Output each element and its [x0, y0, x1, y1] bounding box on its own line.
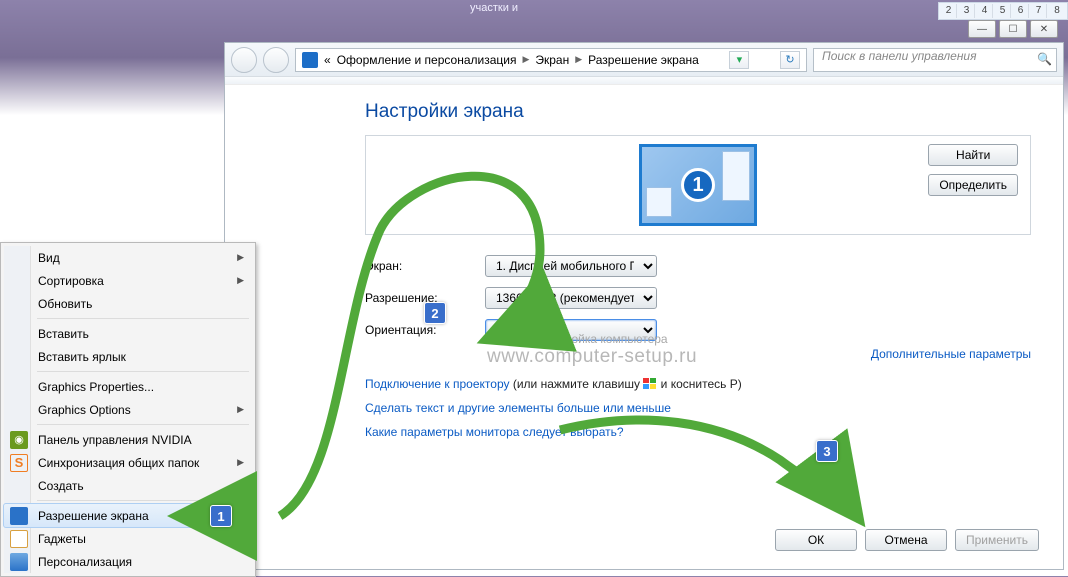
ok-button[interactable]: ОК	[775, 529, 857, 551]
taskbar-title: участки и	[470, 2, 518, 14]
gadget-icon	[10, 530, 28, 548]
monitor-params-link[interactable]: Какие параметры монитора следует выбрать…	[365, 425, 624, 439]
window-thumb-icon	[646, 187, 672, 217]
advanced-settings-link[interactable]: Дополнительные параметры	[871, 347, 1031, 361]
watermark-url: www.computer-setup.ru	[487, 346, 697, 368]
breadcrumb-segment[interactable]: Оформление и персонализация	[337, 53, 517, 67]
ctx-create[interactable]: Создать	[4, 474, 252, 497]
watermark-subtitle: Настройка компьютера	[538, 332, 668, 346]
annotation-badge-1: 1	[210, 505, 232, 527]
ctx-view[interactable]: Вид	[4, 246, 252, 269]
day-cell: 8	[1049, 4, 1065, 18]
ctx-personalization[interactable]: Персонализация	[4, 550, 252, 573]
make-text-bigger-link[interactable]: Сделать текст и другие элементы больше и…	[365, 401, 671, 415]
breadcrumb-overflow[interactable]: «	[324, 53, 331, 67]
display-preview-box: 1 Найти Определить	[365, 135, 1031, 235]
day-cell: 3	[959, 4, 975, 18]
ctx-sync-folders[interactable]: SСинхронизация общих папок	[4, 451, 252, 474]
cancel-button[interactable]: Отмена	[865, 529, 947, 551]
day-cell: 4	[977, 4, 993, 18]
nav-back-button[interactable]	[231, 47, 257, 73]
control-panel-icon	[302, 52, 318, 68]
maximize-button[interactable]: ☐	[999, 20, 1027, 38]
display-select[interactable]: 1. Дисплей мобильного ПК	[485, 255, 657, 277]
separator	[37, 318, 249, 319]
display-number-badge: 1	[681, 168, 715, 202]
window-controls: — ☐ ✕	[968, 20, 1058, 38]
display-thumbnail[interactable]: 1	[639, 144, 757, 226]
projector-line: Подключение к проектору (или нажмите кла…	[365, 377, 1031, 391]
annotation-badge-3: 3	[816, 440, 838, 462]
projector-hint: (или нажмите клавишу	[510, 377, 644, 391]
identify-button[interactable]: Определить	[928, 174, 1018, 196]
breadcrumb-segment[interactable]: Разрешение экрана	[588, 53, 699, 67]
ctx-graphics-options[interactable]: Graphics Options	[4, 398, 252, 421]
sync-icon: S	[10, 454, 28, 472]
nav-forward-button[interactable]	[263, 47, 289, 73]
apply-button[interactable]: Применить	[955, 529, 1039, 551]
windows-key-icon	[643, 378, 657, 390]
ctx-nvidia-panel[interactable]: ◉Панель управления NVIDIA	[4, 428, 252, 451]
chevron-right-icon: ▶	[575, 54, 582, 65]
refresh-button[interactable]: ↻	[780, 51, 800, 69]
personalization-icon	[10, 553, 28, 571]
search-placeholder: Поиск в панели управления	[822, 49, 977, 63]
projector-hint-tail: и коснитесь P)	[657, 377, 741, 391]
screen-icon	[10, 507, 28, 525]
ctx-sort[interactable]: Сортировка	[4, 269, 252, 292]
address-bar-row: « Оформление и персонализация ▶ Экран ▶ …	[225, 43, 1063, 77]
toolbar-strip	[225, 77, 1063, 85]
ctx-paste[interactable]: Вставить	[4, 322, 252, 345]
orientation-label: Ориентация:	[365, 323, 485, 337]
day-cell: 7	[1031, 4, 1047, 18]
day-cell: 6	[1013, 4, 1029, 18]
ctx-paste-shortcut[interactable]: Вставить ярлык	[4, 345, 252, 368]
detect-button[interactable]: Найти	[928, 144, 1018, 166]
connect-projector-link[interactable]: Подключение к проектору	[365, 377, 510, 391]
breadcrumb-bar[interactable]: « Оформление и персонализация ▶ Экран ▶ …	[295, 48, 807, 72]
ctx-refresh[interactable]: Обновить	[4, 292, 252, 315]
separator	[37, 424, 249, 425]
page-body: Настройки экрана 1 Найти Определить Экра…	[225, 85, 1063, 569]
calendar-strip: 2 3 4 5 6 7 8	[938, 2, 1068, 20]
breadcrumb-segment[interactable]: Экран	[535, 53, 569, 67]
dialog-buttons: ОК Отмена Применить	[775, 529, 1039, 551]
annotation-badge-2: 2	[424, 302, 446, 324]
display-label: Экран:	[365, 259, 485, 273]
separator	[37, 371, 249, 372]
chevron-right-icon: ▶	[522, 54, 529, 65]
minimize-button[interactable]: —	[968, 20, 996, 38]
resolution-select[interactable]: 1366 × 768 (рекомендуется)	[485, 287, 657, 309]
address-dropdown-button[interactable]: ▾	[729, 51, 749, 69]
separator	[37, 500, 249, 501]
day-cell: 5	[995, 4, 1011, 18]
search-input[interactable]: Поиск в панели управления 🔍	[813, 48, 1057, 72]
close-button[interactable]: ✕	[1030, 20, 1058, 38]
page-title: Настройки экрана	[365, 101, 1031, 123]
ctx-gadgets[interactable]: Гаджеты	[4, 527, 252, 550]
control-panel-window: « Оформление и персонализация ▶ Экран ▶ …	[224, 42, 1064, 570]
ctx-graphics-properties[interactable]: Graphics Properties...	[4, 375, 252, 398]
nvidia-icon: ◉	[10, 431, 28, 449]
window-thumb-icon	[722, 151, 750, 201]
search-icon: 🔍	[1037, 52, 1052, 66]
day-cell: 2	[941, 4, 957, 18]
